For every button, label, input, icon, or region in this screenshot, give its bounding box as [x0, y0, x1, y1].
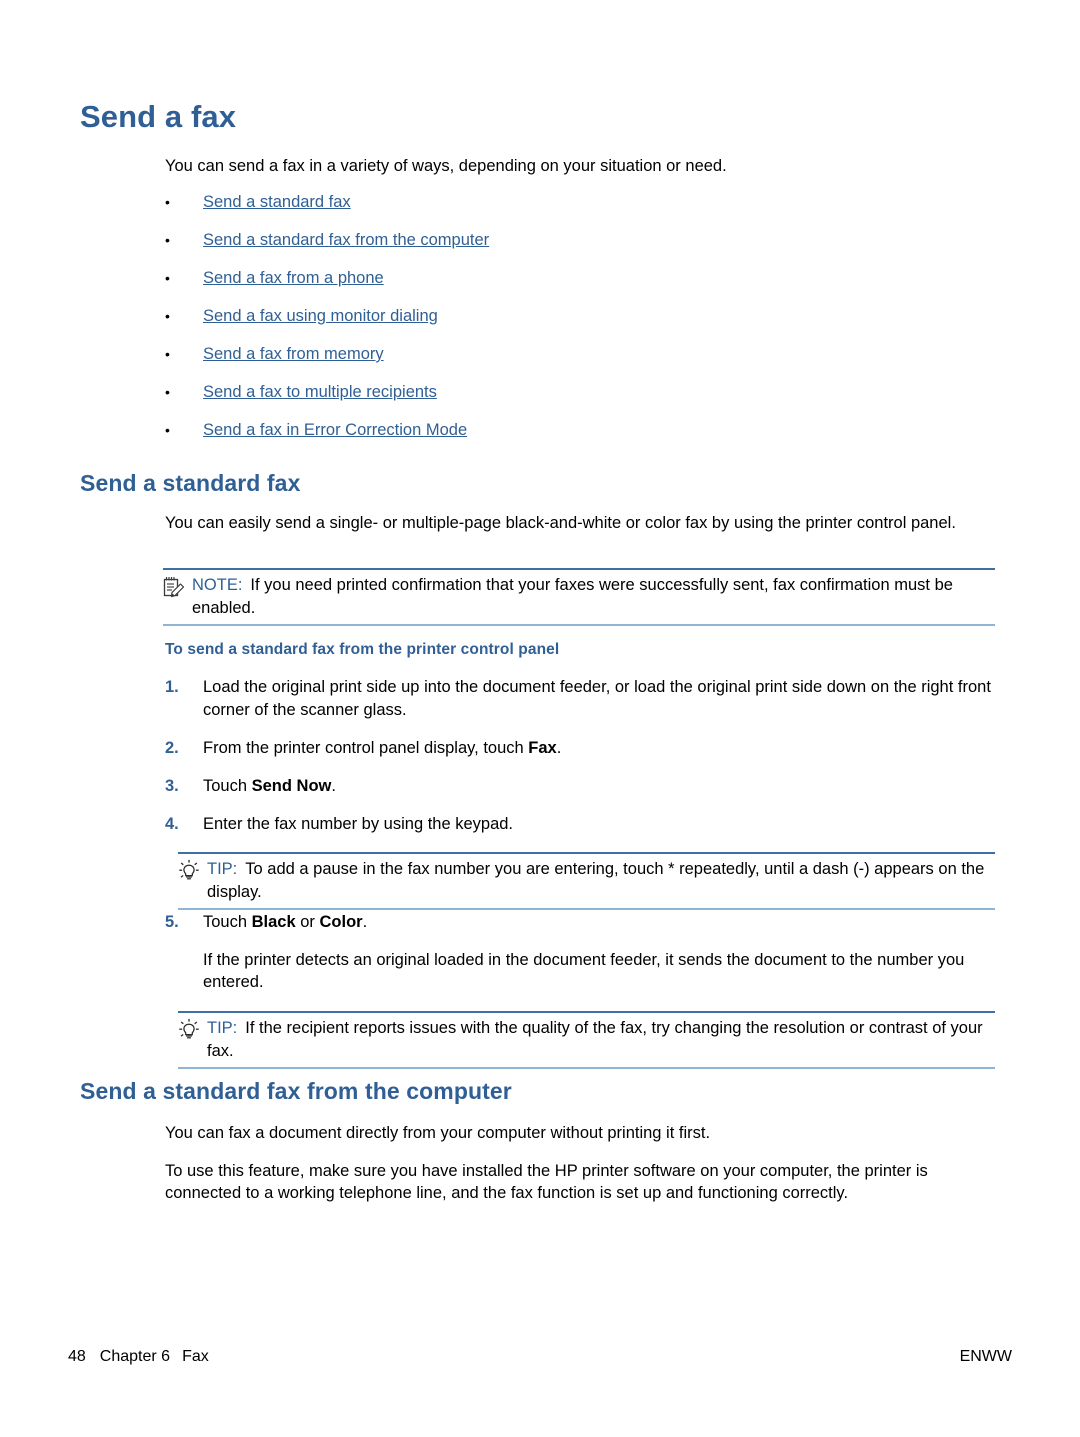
tip-label: TIP: [207, 1019, 238, 1037]
section-link-list: Send a standard fax Send a standard fax … [165, 192, 995, 458]
step-text-before: Touch [203, 913, 252, 931]
step-text: Touch Black or Color. [203, 911, 995, 934]
bullet-icon [165, 195, 203, 209]
link-send-standard-fax[interactable]: Send a standard fax [203, 192, 351, 212]
footer-chapter-title: Fax [182, 1348, 209, 1365]
list-item: Send a fax in Error Correction Mode [165, 420, 995, 458]
page-footer: 48 Chapter 6 Fax ENWW [68, 1348, 1012, 1366]
step-number: 2. [165, 739, 179, 757]
step-1: 1. Load the original print side up into … [165, 676, 995, 721]
list-item: Send a fax from a phone [165, 268, 995, 306]
computer-fax-paragraph-2: To use this feature, make sure you have … [165, 1162, 928, 1202]
tip-text-wrapper: TIP: If the recipient reports issues with… [207, 1017, 995, 1062]
bullet-icon [165, 271, 203, 285]
lightbulb-icon [178, 858, 207, 888]
step-text-after: . [331, 777, 336, 795]
tip-body: If the recipient reports issues with the… [207, 1019, 983, 1060]
step-5: 5. Touch Black or Color. [165, 911, 995, 934]
step-number: 4. [165, 815, 179, 833]
tip-rule-bottom [178, 1067, 995, 1069]
computer-fax-paragraph-1: You can fax a document directly from you… [165, 1124, 711, 1142]
bullet-icon [165, 385, 203, 399]
procedure-heading: To send a standard fax from the printer … [165, 641, 560, 658]
bullet-icon [165, 423, 203, 437]
list-item: Send a standard fax from the computer [165, 230, 995, 268]
bullet-icon [165, 309, 203, 323]
tip-body: To add a pause in the fax number you are… [207, 860, 985, 901]
tip-callout-2: TIP: If the recipient reports issues with… [178, 1011, 995, 1069]
step-number: 5. [165, 913, 179, 931]
step-number: 3. [165, 777, 179, 795]
step-emphasis: Send Now [251, 777, 332, 795]
link-send-fax-from-phone[interactable]: Send a fax from a phone [203, 268, 384, 288]
footer-page-number: 48 [68, 1348, 86, 1365]
step-number: 1. [165, 678, 179, 696]
page-title: Send a fax [80, 99, 237, 134]
standard-fax-paragraph: You can easily send a single- or multipl… [165, 514, 956, 532]
step-text-after: . [362, 913, 368, 931]
note-pencil-icon [163, 574, 192, 604]
tip-rule-bottom [178, 908, 995, 910]
step-text-before: Touch [203, 777, 252, 795]
heading-send-fax-from-computer: Send a standard fax from the computer [80, 1078, 512, 1104]
note-rule-bottom [163, 624, 995, 626]
step-text-mid: or [295, 913, 320, 931]
link-send-fax-error-correction-mode[interactable]: Send a fax in Error Correction Mode [203, 420, 467, 440]
step-2: 2. From the printer control panel displa… [165, 737, 995, 760]
step-4: 4. Enter the fax number by using the key… [165, 813, 995, 836]
note-label: NOTE: [192, 576, 243, 594]
step-text-after: . [556, 739, 562, 757]
bullet-icon [165, 347, 203, 361]
lightbulb-icon [178, 1017, 207, 1047]
link-send-fax-from-memory[interactable]: Send a fax from memory [203, 344, 384, 364]
list-item: Send a fax using monitor dialing [165, 306, 995, 344]
step-3: 3. Touch Send Now. [165, 775, 995, 798]
footer-chapter: Chapter 6 [99, 1348, 171, 1365]
step-text: Load the original print side up into the… [203, 678, 991, 719]
heading-send-a-standard-fax: Send a standard fax [80, 470, 301, 496]
bullet-icon [165, 233, 203, 247]
note-body: If you need printed confirmation that yo… [192, 576, 953, 617]
footer-edition: ENWW [959, 1348, 1012, 1365]
list-item: Send a standard fax [165, 192, 995, 230]
footer-left: 48 Chapter 6 Fax [68, 1348, 209, 1366]
list-item: Send a fax from memory [165, 344, 995, 382]
step-emphasis: Black [251, 913, 296, 931]
step-emphasis: Fax [528, 739, 557, 757]
link-send-fax-multiple-recipients[interactable]: Send a fax to multiple recipients [203, 382, 437, 402]
intro-paragraph: You can send a fax in a variety of ways,… [165, 157, 727, 175]
document-page: Send a fax You can send a fax in a varie… [0, 0, 1080, 1437]
step-emphasis-2: Color [319, 913, 363, 931]
step-text: Touch Send Now. [203, 775, 995, 798]
note-callout: NOTE: If you need printed confirmation th… [163, 568, 995, 626]
link-send-fax-monitor-dialing[interactable]: Send a fax using monitor dialing [203, 306, 438, 326]
tip-callout-1: TIP: To add a pause in the fax number you… [178, 852, 995, 910]
note-text-wrapper: NOTE: If you need printed confirmation th… [192, 574, 995, 619]
tip-text-wrapper: TIP: To add a pause in the fax number you… [207, 858, 995, 903]
tip-label: TIP: [207, 860, 238, 878]
link-send-standard-fax-from-computer[interactable]: Send a standard fax from the computer [203, 230, 489, 250]
step-text: Enter the fax number by using the keypad… [203, 815, 514, 833]
step-5-note: If the printer detects an original loade… [203, 951, 965, 991]
step-text: From the printer control panel display, … [203, 737, 995, 760]
list-item: Send a fax to multiple recipients [165, 382, 995, 420]
step-text-before: From the printer control panel display, … [203, 739, 529, 757]
